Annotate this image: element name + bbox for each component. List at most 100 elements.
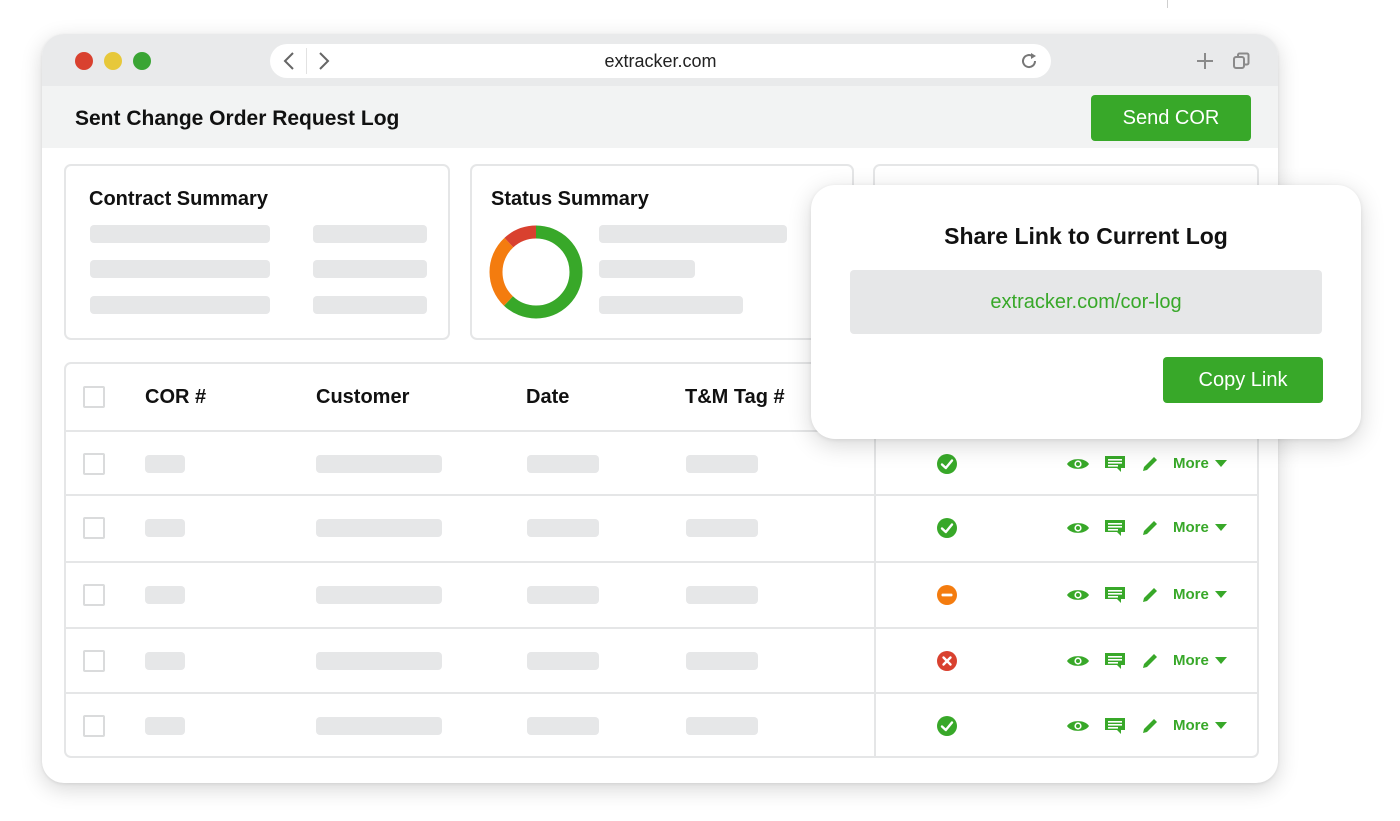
status-summary-card: Status Summary (470, 164, 854, 340)
minimize-window-dot[interactable] (104, 52, 122, 70)
caret-down-icon (1214, 657, 1227, 664)
caret-down-icon (1214, 591, 1227, 598)
status-rejected-icon (936, 650, 958, 672)
share-link-field[interactable] (850, 270, 1322, 334)
placeholder-bar (90, 260, 270, 278)
eye-icon (1067, 590, 1089, 600)
comment-button[interactable] (1102, 582, 1128, 608)
view-button[interactable] (1065, 582, 1091, 608)
date-placeholder (527, 652, 599, 670)
more-dropdown[interactable]: More (1173, 455, 1227, 472)
comment-button[interactable] (1102, 451, 1128, 477)
pencil-icon (1143, 521, 1157, 535)
table-row[interactable]: More (66, 494, 1257, 560)
customer-placeholder (316, 586, 442, 604)
close-window-dot[interactable] (75, 52, 93, 70)
column-header-cor[interactable]: COR # (145, 386, 206, 409)
cor-number-placeholder (145, 652, 185, 670)
reload-button[interactable] (1015, 44, 1043, 78)
maximize-window-dot[interactable] (133, 52, 151, 70)
more-label: More (1173, 717, 1209, 734)
status-donut-chart (489, 225, 583, 319)
tm-tag-placeholder (686, 586, 758, 604)
placeholder-bar (90, 225, 270, 243)
customer-placeholder (316, 519, 442, 537)
cor-number-placeholder (145, 519, 185, 537)
select-all-checkbox[interactable] (83, 386, 105, 408)
caret-down-icon (1214, 524, 1227, 531)
tm-tag-placeholder (686, 455, 758, 473)
eye-icon (1067, 721, 1089, 731)
date-placeholder (527, 519, 599, 537)
pencil-icon (1143, 588, 1157, 602)
copy-link-button[interactable]: Copy Link (1163, 357, 1323, 403)
status-summary-title: Status Summary (491, 188, 649, 210)
placeholder-bar (599, 260, 695, 278)
cor-number-placeholder (145, 455, 185, 473)
eye-icon (1067, 523, 1089, 533)
page-title: Sent Change Order Request Log (75, 107, 400, 130)
more-dropdown[interactable]: More (1173, 652, 1227, 669)
more-label: More (1173, 455, 1209, 472)
column-header-tm-tag[interactable]: T&M Tag # (685, 386, 785, 409)
pencil-icon (1143, 654, 1157, 668)
more-dropdown[interactable]: More (1173, 519, 1227, 536)
page-header: Sent Change Order Request Log Send COR (42, 86, 1278, 148)
row-checkbox[interactable] (83, 453, 105, 475)
edit-button[interactable] (1138, 582, 1162, 608)
share-popup-title: Share Link to Current Log (944, 223, 1228, 249)
comment-button[interactable] (1102, 648, 1128, 674)
comment-button[interactable] (1102, 713, 1128, 739)
cor-number-placeholder (145, 586, 185, 604)
edit-button[interactable] (1138, 713, 1162, 739)
table-row[interactable]: More (66, 692, 1257, 756)
comment-button[interactable] (1102, 515, 1128, 541)
caret-down-icon (1214, 460, 1227, 467)
table-row[interactable]: More (66, 430, 1257, 496)
row-checkbox[interactable] (83, 584, 105, 606)
browser-chrome: extracker.com (42, 34, 1278, 86)
table-row[interactable]: More (66, 627, 1257, 693)
more-dropdown[interactable]: More (1173, 717, 1227, 734)
pencil-icon (1143, 457, 1157, 471)
send-cor-button[interactable]: Send COR (1091, 95, 1251, 141)
new-tab-button[interactable] (1194, 50, 1216, 72)
address-bar[interactable]: extracker.com (270, 44, 1051, 78)
view-button[interactable] (1065, 515, 1091, 541)
placeholder-bar (313, 225, 427, 243)
comment-icon (1105, 587, 1125, 603)
cor-number-placeholder (145, 717, 185, 735)
url-text[interactable]: extracker.com (270, 44, 1051, 78)
row-checkbox[interactable] (83, 650, 105, 672)
view-button[interactable] (1065, 451, 1091, 477)
edit-button[interactable] (1138, 648, 1162, 674)
status-pending-icon (936, 584, 958, 606)
customer-placeholder (316, 652, 442, 670)
edit-button[interactable] (1138, 515, 1162, 541)
placeholder-bar (599, 296, 743, 314)
comment-icon (1105, 653, 1125, 669)
reload-icon (1022, 53, 1037, 69)
tm-tag-placeholder (686, 717, 758, 735)
view-button[interactable] (1065, 648, 1091, 674)
table-row[interactable]: More (66, 561, 1257, 627)
tab-overview-button[interactable] (1230, 50, 1252, 72)
row-checkbox[interactable] (83, 715, 105, 737)
date-placeholder (527, 586, 599, 604)
more-dropdown[interactable]: More (1173, 586, 1227, 603)
view-button[interactable] (1065, 713, 1091, 739)
placeholder-bar (313, 296, 427, 314)
tm-tag-placeholder (686, 652, 758, 670)
row-checkbox[interactable] (83, 517, 105, 539)
edit-button[interactable] (1138, 451, 1162, 477)
placeholder-bar (90, 296, 270, 314)
tabs-icon (1233, 52, 1250, 69)
date-placeholder (527, 455, 599, 473)
contract-summary-title: Contract Summary (89, 188, 268, 210)
eye-icon (1067, 656, 1089, 666)
customer-placeholder (316, 455, 442, 473)
column-header-customer[interactable]: Customer (316, 386, 409, 409)
placeholder-bar (313, 260, 427, 278)
column-header-date[interactable]: Date (526, 386, 569, 409)
share-link-popup: Share Link to Current Log Copy Link (811, 185, 1361, 439)
